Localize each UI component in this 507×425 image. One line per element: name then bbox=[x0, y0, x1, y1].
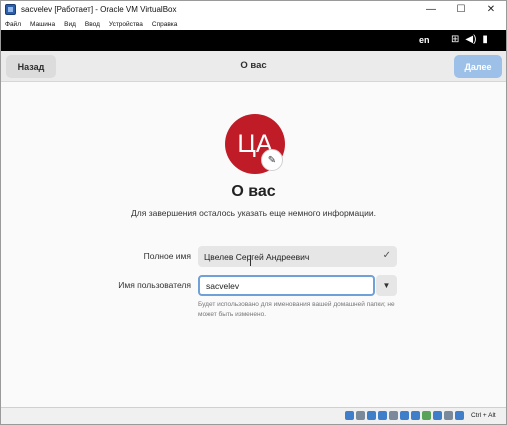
usb-icon[interactable] bbox=[389, 411, 398, 420]
gnome-top-bar: en ⊞ ◀) ▮ bbox=[1, 30, 506, 51]
language-indicator[interactable]: en bbox=[419, 35, 430, 45]
window-controls: — ☐ ✕ bbox=[416, 1, 506, 18]
username-value: sacvelev bbox=[206, 280, 240, 291]
status-bar: Ctrl + Alt bbox=[1, 407, 506, 424]
header-bar: Назад О вас Далее bbox=[1, 51, 506, 82]
page-subtitle: Для завершения осталось указать еще немн… bbox=[131, 208, 376, 218]
mouse-integration-icon[interactable] bbox=[444, 411, 453, 420]
next-button[interactable]: Далее bbox=[454, 55, 502, 78]
username-label: Имя пользователя bbox=[118, 280, 191, 290]
volume-icon: ◀) bbox=[465, 34, 477, 45]
keyboard-icon[interactable] bbox=[455, 411, 464, 420]
header-title: О вас bbox=[240, 60, 267, 71]
network-adapter-icon[interactable] bbox=[378, 411, 387, 420]
fullname-label: Полное имя bbox=[143, 251, 191, 261]
window-title: sacvelev [Работает] - Oracle VM VirtualB… bbox=[21, 5, 177, 14]
mouse-cursor bbox=[250, 255, 251, 266]
menu-file[interactable]: Файл bbox=[5, 21, 21, 28]
edit-avatar-button[interactable]: ✎ bbox=[261, 149, 283, 171]
username-field[interactable]: sacvelev bbox=[198, 275, 375, 296]
menu-help[interactable]: Справка bbox=[152, 21, 178, 28]
shared-folders-icon[interactable] bbox=[400, 411, 409, 420]
menu-view[interactable]: Вид bbox=[64, 21, 76, 28]
display-icon[interactable] bbox=[411, 411, 420, 420]
maximize-button[interactable]: ☐ bbox=[446, 1, 476, 18]
recording-icon[interactable] bbox=[422, 411, 431, 420]
username-hint: Будет использовано для именования вашей … bbox=[198, 301, 395, 318]
network-icon: ⊞ bbox=[451, 34, 460, 45]
fullname-field[interactable]: Цвелев Сергей Андреевич ✓ bbox=[198, 246, 397, 267]
minimize-button[interactable]: — bbox=[416, 1, 446, 18]
title-bar: sacvelev [Работает] - Oracle VM VirtualB… bbox=[1, 1, 506, 18]
cpu-icon[interactable] bbox=[433, 411, 442, 420]
optical-drive-icon[interactable] bbox=[356, 411, 365, 420]
menu-input[interactable]: Ввод bbox=[85, 21, 100, 28]
fullname-value: Цвелев Сергей Андреевич bbox=[204, 251, 310, 262]
username-dropdown-button[interactable]: ▼ bbox=[376, 275, 397, 296]
chevron-down-icon: ▼ bbox=[382, 281, 391, 290]
close-button[interactable]: ✕ bbox=[476, 1, 506, 18]
hard-disk-icon[interactable] bbox=[345, 411, 354, 420]
virtualbox-app-icon bbox=[5, 4, 16, 15]
audio-icon[interactable] bbox=[367, 411, 376, 420]
battery-icon: ▮ bbox=[482, 34, 488, 45]
pencil-icon: ✎ bbox=[267, 154, 277, 166]
check-icon: ✓ bbox=[382, 250, 391, 261]
menu-bar: Файл Машина Вид Ввод Устройства Справка bbox=[1, 18, 506, 30]
guest-screen: en ⊞ ◀) ▮ Назад О вас Далее ЦА ✎ О вас Д… bbox=[1, 30, 506, 407]
status-icons bbox=[345, 411, 464, 420]
menu-devices[interactable]: Устройства bbox=[109, 21, 143, 28]
host-key-label: Ctrl + Alt bbox=[471, 412, 496, 419]
menu-machine[interactable]: Машина bbox=[30, 21, 55, 28]
virtualbox-window: sacvelev [Работает] - Oracle VM VirtualB… bbox=[0, 0, 507, 425]
system-tray[interactable]: ⊞ ◀) ▮ bbox=[451, 34, 488, 46]
page-heading: О вас bbox=[231, 183, 276, 200]
